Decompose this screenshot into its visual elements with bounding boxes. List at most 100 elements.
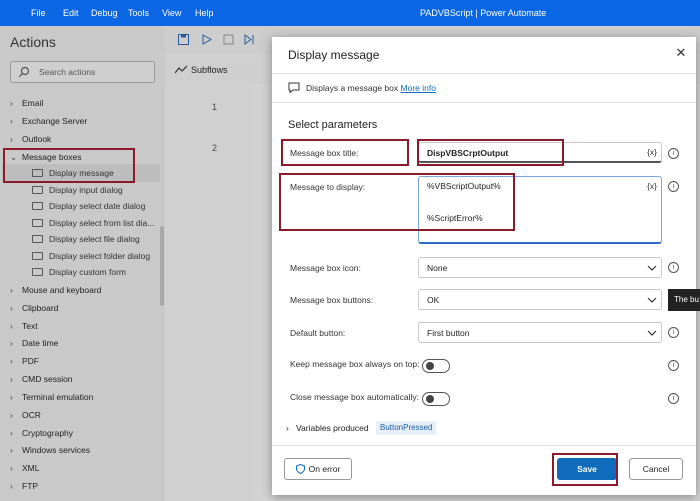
action-display-select-folder-dialog[interactable]: Display select folder dialog [32,251,150,265]
category-xml[interactable]: › XML [10,463,39,477]
actions-heading: Actions [10,34,56,50]
variables-produced-label: Variables produced [296,423,369,433]
category-label: Windows services [22,445,91,455]
category-windows-services[interactable]: › Windows services [10,445,90,459]
menu-view[interactable]: View [162,8,181,18]
category-email[interactable]: › Email [10,98,43,112]
chevron-right-icon: › [10,445,13,455]
title-field-label: Message box title: [290,148,359,158]
info-icon[interactable]: i [668,262,679,273]
title-value: DispVBSCrptOutput [427,148,509,158]
autoclose-label: Close message box automatically: [290,392,419,402]
close-automatically-toggle[interactable] [422,392,450,406]
step-number: 2 [212,143,218,153]
dialog-title: Display message [288,48,380,62]
message-icon [32,268,43,276]
category-date-time[interactable]: › Date time [10,338,58,352]
action-display-input-dialog[interactable]: Display input dialog [32,185,123,199]
close-icon[interactable]: ✕ [674,46,688,60]
subflows-tab[interactable]: Subflows [165,58,255,84]
section-heading: Select parameters [288,119,378,131]
chevron-right-icon: › [10,285,13,295]
message-field-label: Message to display: [290,182,366,192]
category-cmd-session[interactable]: › CMD session [10,374,73,388]
actions-scrollbar[interactable] [160,226,164,306]
info-icon[interactable]: i [668,393,679,404]
info-icon[interactable]: i [668,360,679,371]
category-cryptography[interactable]: › Cryptography [10,428,73,442]
chevron-right-icon: › [286,423,289,433]
default-button-select[interactable]: First button [418,322,662,343]
category-text[interactable]: › Text [10,321,38,335]
chevron-right-icon: › [10,392,13,402]
category-label: Clipboard [22,303,59,313]
menu-edit[interactable]: Edit [63,8,79,18]
category-exchange-server[interactable]: › Exchange Server [10,116,87,130]
message-icon [32,219,43,227]
action-display-select-from-list[interactable]: Display select from list dia... [32,218,154,232]
variable-badge[interactable]: ButtonPressed [376,421,437,435]
category-pdf[interactable]: › PDF [10,356,39,370]
info-icon[interactable]: i [668,148,679,159]
divider [272,445,696,446]
variables-produced-toggle[interactable]: › Variables produced [286,423,369,433]
run-icon[interactable] [201,34,212,45]
category-ocr[interactable]: › OCR [10,410,41,424]
variable-picker-button[interactable]: {x} [647,147,657,157]
category-label: Mouse and keyboard [22,285,102,295]
chevron-right-icon: › [10,303,13,313]
save-icon[interactable] [178,34,189,45]
message-box-title-input[interactable]: DispVBSCrptOutput {x} [418,142,662,163]
chevron-right-icon: › [10,428,13,438]
category-outlook[interactable]: › Outlook [10,134,51,148]
action-display-message[interactable]: Display message [32,168,114,182]
info-icon[interactable]: i [668,181,679,192]
message-box-buttons-select[interactable]: OK [418,289,662,310]
cancel-button[interactable]: Cancel [629,458,683,480]
message-icon [32,186,43,194]
category-terminal-emulation[interactable]: › Terminal emulation [10,392,93,406]
action-display-select-file-dialog[interactable]: Display select file dialog [32,234,140,248]
always-on-top-toggle[interactable] [422,359,450,373]
category-message-boxes[interactable]: ⌄ Message boxes [10,152,82,166]
category-label: Message boxes [22,152,82,162]
chevron-right-icon: › [10,321,13,331]
save-button[interactable]: Save [557,458,617,480]
info-icon[interactable]: i [668,327,679,338]
category-mouse-keyboard[interactable]: › Mouse and keyboard [10,285,101,299]
menu-file[interactable]: File [31,8,46,18]
more-info-link[interactable]: More info [401,83,436,93]
search-placeholder: Search actions [39,67,96,77]
variable-picker-button[interactable]: {x} [647,181,657,191]
action-display-custom-form[interactable]: Display custom form [32,267,126,281]
menu-help[interactable]: Help [195,8,214,18]
buttons-field-label: Message box buttons: [290,295,374,305]
category-label: Text [22,321,38,331]
message-line-2: %ScriptError% [427,213,483,223]
action-label: Display select from list dia... [49,218,155,228]
category-clipboard[interactable]: › Clipboard [10,303,58,317]
step-icon[interactable] [244,34,255,45]
category-label: Outlook [22,134,52,144]
action-label: Display custom form [49,267,126,277]
chevron-right-icon: › [10,481,13,491]
stop-icon[interactable] [223,34,234,45]
message-to-display-textarea[interactable]: %VBScriptOutput% %ScriptError% {x} [418,176,662,244]
search-actions-input[interactable]: Search actions [10,61,155,83]
message-icon [32,202,43,210]
category-label: OCR [22,410,41,420]
action-display-select-date-dialog[interactable]: Display select date dialog [32,201,145,215]
category-label: Email [22,98,44,108]
display-message-dialog: Display message ✕ Displays a message box… [272,37,696,495]
menu-tools[interactable]: Tools [128,8,149,18]
menu-debug[interactable]: Debug [91,8,118,18]
message-icon [32,252,43,260]
message-box-icon-select[interactable]: None [418,257,662,278]
category-ftp[interactable]: › FTP [10,481,38,495]
category-label: XML [22,463,40,473]
category-label: Date time [22,338,59,348]
on-error-button[interactable]: On error [284,458,352,480]
chevron-right-icon: › [10,338,13,348]
actions-panel: Actions Search actions › Email › Exchange … [0,26,165,501]
chevron-down-icon [647,265,657,271]
